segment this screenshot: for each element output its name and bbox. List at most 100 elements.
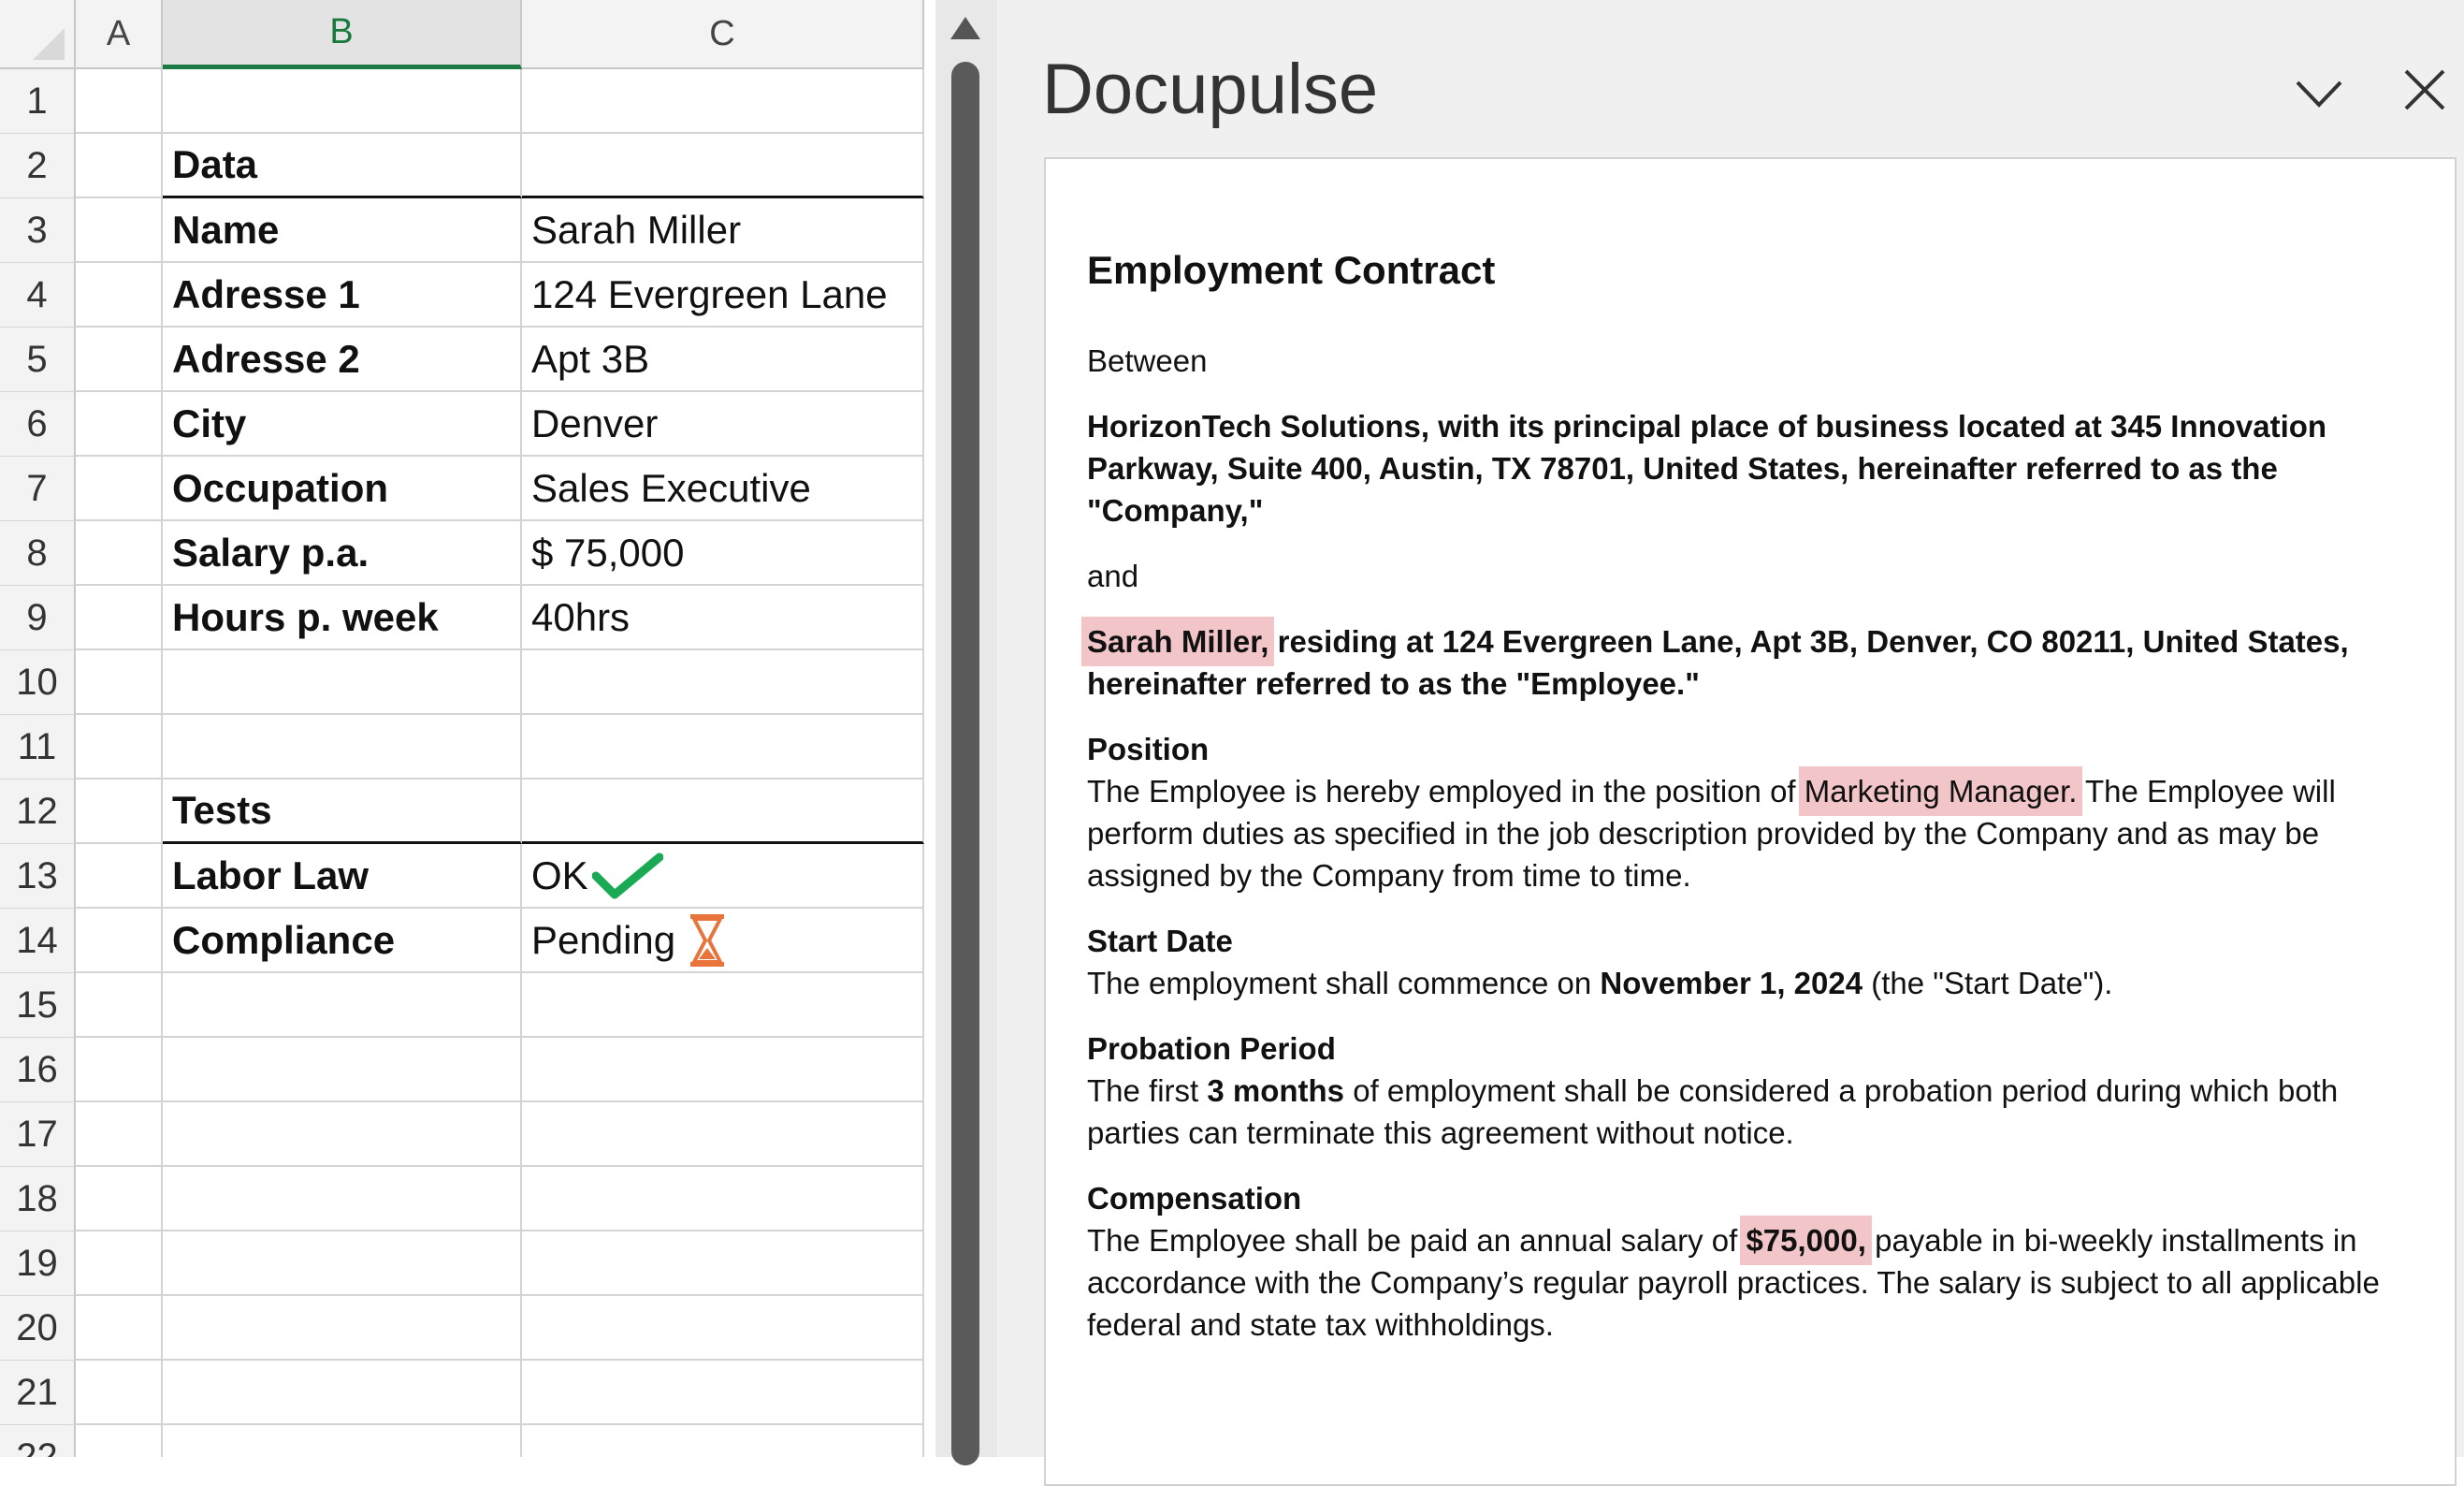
cell-empty[interactable] [522, 973, 924, 1038]
cell-empty[interactable] [522, 1038, 924, 1102]
test-label[interactable]: Labor Law [163, 844, 522, 909]
field-label[interactable]: Adresse 1 [163, 263, 522, 328]
cell-empty[interactable] [522, 1167, 924, 1231]
field-value[interactable]: Apt 3B [522, 328, 924, 392]
row-header[interactable]: 2 [0, 134, 76, 198]
cell-empty[interactable] [522, 1231, 924, 1296]
row-header[interactable]: 20 [0, 1296, 76, 1361]
compensation-paragraph: The Employee shall be paid an annual sal… [1087, 1216, 2417, 1346]
cell-empty[interactable] [163, 1425, 522, 1457]
cell-empty[interactable] [522, 69, 924, 134]
row-header[interactable]: 9 [0, 586, 76, 650]
data-section-header[interactable]: Data [163, 134, 522, 198]
cell-empty[interactable] [163, 973, 522, 1038]
field-label[interactable]: City [163, 392, 522, 457]
cell-empty[interactable] [76, 650, 163, 715]
column-header-c[interactable]: C [522, 0, 924, 69]
row-header[interactable]: 8 [0, 521, 76, 586]
cell-empty[interactable] [76, 134, 163, 198]
cell-empty[interactable] [76, 1361, 163, 1425]
cell-empty[interactable] [163, 1102, 522, 1167]
cell-empty[interactable] [163, 1361, 522, 1425]
row-header[interactable]: 7 [0, 457, 76, 521]
cell-empty[interactable] [76, 844, 163, 909]
row-header[interactable]: 6 [0, 392, 76, 457]
row-header[interactable]: 13 [0, 844, 76, 909]
row-header[interactable]: 4 [0, 263, 76, 328]
cell-empty[interactable] [76, 973, 163, 1038]
field-value[interactable]: Sales Executive [522, 457, 924, 521]
cell-empty[interactable] [163, 715, 522, 779]
chevron-down-icon[interactable] [2294, 67, 2344, 118]
row-header[interactable]: 5 [0, 328, 76, 392]
cell-empty[interactable] [163, 69, 522, 134]
cell-empty[interactable] [76, 521, 163, 586]
cell-empty[interactable] [76, 1425, 163, 1457]
cell-empty[interactable] [522, 1102, 924, 1167]
cell-empty[interactable] [76, 715, 163, 779]
scroll-up-arrow[interactable] [950, 17, 980, 39]
field-value[interactable]: $ 75,000 [522, 521, 924, 586]
test-label[interactable]: Compliance [163, 909, 522, 973]
row-header[interactable]: 16 [0, 1038, 76, 1102]
field-label[interactable]: Adresse 2 [163, 328, 522, 392]
cell-empty[interactable] [76, 1038, 163, 1102]
cell-empty[interactable] [163, 1167, 522, 1231]
row-header[interactable]: 14 [0, 909, 76, 973]
column-header-b[interactable]: B [163, 0, 522, 69]
cell-empty[interactable] [76, 263, 163, 328]
cell-empty[interactable] [76, 779, 163, 844]
scroll-thumb[interactable] [951, 62, 979, 1465]
cell-empty[interactable] [522, 1296, 924, 1361]
test-status[interactable]: Pending [522, 909, 924, 973]
row-header[interactable]: 10 [0, 650, 76, 715]
select-all-corner[interactable] [0, 0, 76, 69]
cell-empty[interactable] [76, 392, 163, 457]
cell-empty[interactable] [522, 779, 924, 844]
row-header[interactable]: 22 [0, 1425, 76, 1457]
cell-empty[interactable] [163, 1038, 522, 1102]
cell-empty[interactable] [76, 198, 163, 263]
field-value[interactable]: Sarah Miller [522, 198, 924, 263]
cell-empty[interactable] [76, 586, 163, 650]
cell-empty[interactable] [76, 69, 163, 134]
cell-empty[interactable] [163, 650, 522, 715]
cell-empty[interactable] [76, 328, 163, 392]
row-header[interactable]: 19 [0, 1231, 76, 1296]
cell-empty[interactable] [163, 1231, 522, 1296]
field-label[interactable]: Name [163, 198, 522, 263]
row-header[interactable]: 1 [0, 69, 76, 134]
cell-empty[interactable] [76, 1231, 163, 1296]
row-header[interactable]: 18 [0, 1167, 76, 1231]
test-status[interactable]: OK [522, 844, 924, 909]
highlight-salary[interactable]: $75,000, [1740, 1216, 1872, 1265]
close-icon[interactable] [2402, 67, 2447, 112]
cell-empty[interactable] [522, 1361, 924, 1425]
tests-section-header[interactable]: Tests [163, 779, 522, 844]
cell-empty[interactable] [76, 1167, 163, 1231]
cell-empty[interactable] [76, 909, 163, 973]
field-value[interactable]: 124 Evergreen Lane [522, 263, 924, 328]
highlight-employee-name[interactable]: Sarah Miller, [1081, 617, 1275, 666]
row-header[interactable]: 15 [0, 973, 76, 1038]
cell-empty[interactable] [76, 1102, 163, 1167]
cell-empty[interactable] [522, 650, 924, 715]
cell-empty[interactable] [522, 1425, 924, 1457]
cell-empty[interactable] [522, 134, 924, 198]
row-header[interactable]: 12 [0, 779, 76, 844]
field-label[interactable]: Hours p. week [163, 586, 522, 650]
field-value[interactable]: 40hrs [522, 586, 924, 650]
cell-empty[interactable] [522, 715, 924, 779]
row-header[interactable]: 3 [0, 198, 76, 263]
row-header[interactable]: 21 [0, 1361, 76, 1425]
row-header[interactable]: 11 [0, 715, 76, 779]
cell-empty[interactable] [76, 457, 163, 521]
row-header[interactable]: 17 [0, 1102, 76, 1167]
field-label[interactable]: Salary p.a. [163, 521, 522, 586]
cell-empty[interactable] [76, 1296, 163, 1361]
cell-empty[interactable] [163, 1296, 522, 1361]
field-value[interactable]: Denver [522, 392, 924, 457]
highlight-position[interactable]: Marketing Manager. [1798, 766, 2083, 816]
field-label[interactable]: Occupation [163, 457, 522, 521]
column-header-a[interactable]: A [76, 0, 163, 69]
